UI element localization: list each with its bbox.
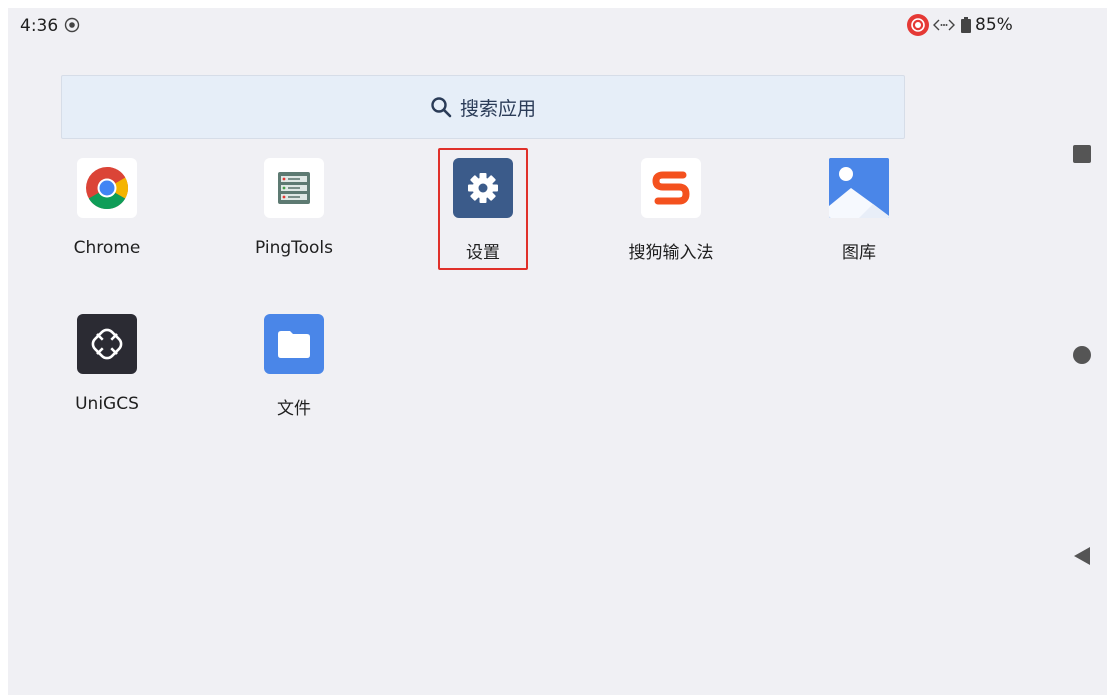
search-icon [431, 97, 452, 118]
recents-button[interactable] [1072, 144, 1092, 164]
back-button[interactable] [1072, 546, 1092, 566]
home-button[interactable] [1072, 345, 1092, 365]
search-apps-bar[interactable]: 搜索应用 [61, 75, 905, 139]
unigcs-icon [77, 314, 137, 374]
app-label: 设置 [466, 243, 500, 263]
app-settings[interactable]: 设置 [408, 158, 558, 288]
app-pingtools[interactable]: PingTools [219, 158, 369, 288]
app-gallery[interactable]: 图库 [784, 158, 934, 288]
app-label: 搜狗输入法 [628, 243, 714, 263]
app-sogou-input[interactable]: 搜狗输入法 [596, 158, 746, 288]
app-label: Chrome [73, 238, 141, 258]
sogou-icon [641, 158, 701, 218]
battery-percent: 85% [975, 15, 1013, 35]
app-files[interactable]: 文件 [219, 314, 369, 444]
screen-record-status-icon [64, 17, 80, 33]
home-screen: 4:36 85% 搜索应用 Chrome PingTools 设置 搜狗输入法 … [8, 8, 1107, 695]
pingtools-icon [264, 158, 324, 218]
chrome-icon [77, 158, 137, 218]
data-transfer-icon [933, 19, 955, 31]
status-time: 4:36 [20, 16, 59, 36]
gallery-icon [829, 158, 889, 218]
battery-icon [961, 17, 971, 33]
app-label: 文件 [277, 399, 311, 419]
status-right-group: 85% [907, 14, 1013, 36]
app-chrome[interactable]: Chrome [32, 158, 182, 288]
search-placeholder: 搜索应用 [459, 97, 536, 120]
app-label: PingTools [254, 238, 334, 258]
recording-icon [907, 14, 929, 36]
app-label: 图库 [842, 243, 876, 263]
gear-icon [453, 158, 513, 218]
folder-icon [264, 314, 324, 374]
app-unigcs[interactable]: UniGCS [32, 314, 182, 444]
app-label: UniGCS [75, 394, 139, 414]
